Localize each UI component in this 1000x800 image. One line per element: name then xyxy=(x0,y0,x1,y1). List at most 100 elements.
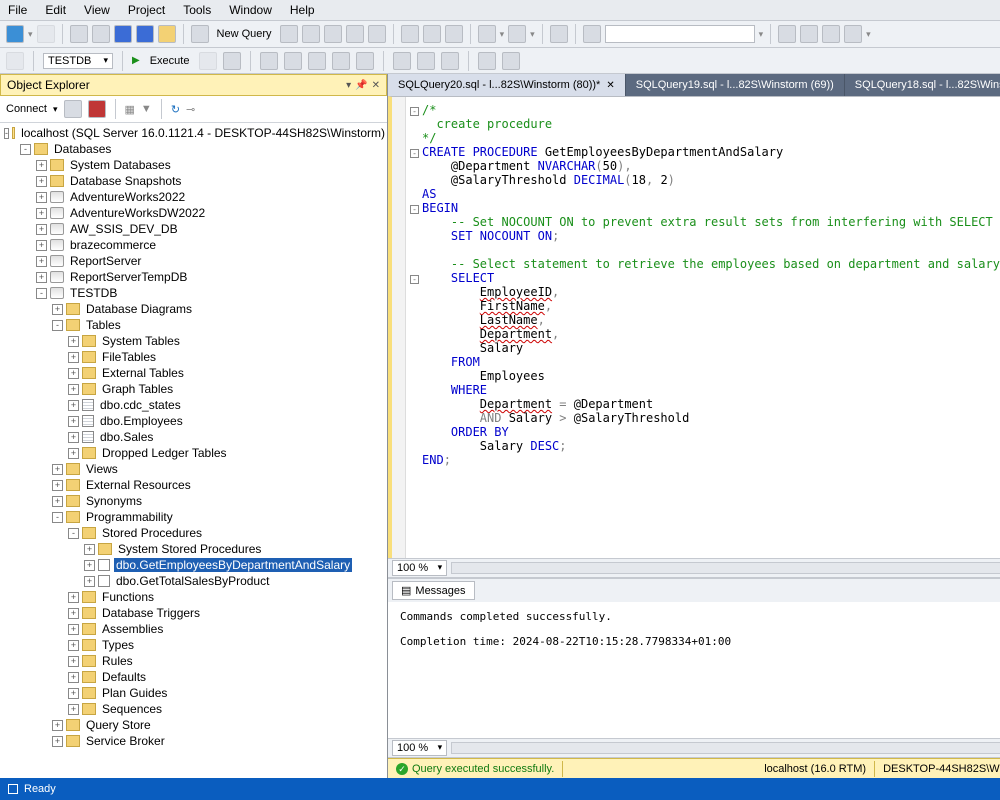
menu-view[interactable]: View xyxy=(84,3,110,17)
tree-item[interactable]: +System Tables xyxy=(4,333,387,349)
expand-icon[interactable]: + xyxy=(36,240,47,251)
collapse-icon[interactable]: - xyxy=(52,512,63,523)
tree-item[interactable]: +Database Snapshots xyxy=(4,173,387,189)
menu-project[interactable]: Project xyxy=(128,3,165,17)
expand-icon[interactable]: + xyxy=(52,304,63,315)
db-node[interactable]: +ReportServer xyxy=(4,253,387,269)
expand-icon[interactable]: + xyxy=(52,720,63,731)
databases-node[interactable]: -Databases xyxy=(4,141,387,157)
tree-item[interactable]: +Database Triggers xyxy=(4,605,387,621)
db-node[interactable]: -TESTDB xyxy=(4,285,387,301)
expand-icon[interactable]: + xyxy=(68,592,79,603)
save-icon[interactable] xyxy=(114,25,132,43)
menu-file[interactable]: File xyxy=(8,3,27,17)
parse2-icon[interactable] xyxy=(223,52,241,70)
expand-icon[interactable]: + xyxy=(68,656,79,667)
stored-procedure[interactable]: +dbo.GetTotalSalesByProduct xyxy=(4,573,387,589)
expand-icon[interactable]: + xyxy=(52,464,63,475)
expand-icon[interactable]: + xyxy=(52,736,63,747)
tree-item[interactable]: +Assemblies xyxy=(4,621,387,637)
tree-item[interactable]: -Stored Procedures xyxy=(4,525,387,541)
tree-item[interactable]: +Views xyxy=(4,461,387,477)
paste-icon[interactable] xyxy=(445,25,463,43)
expand-icon[interactable]: + xyxy=(68,400,79,411)
expand-icon[interactable]: + xyxy=(68,336,79,347)
newquery-icon[interactable] xyxy=(191,25,209,43)
expand-icon[interactable]: + xyxy=(68,416,79,427)
filter-icon[interactable]: ▦ xyxy=(125,103,135,116)
outline-toggle-icon[interactable]: - xyxy=(410,149,419,158)
db-node[interactable]: +AdventureWorks2022 xyxy=(4,189,387,205)
messages-zoom-select[interactable]: 100 % xyxy=(392,740,447,756)
stop-icon[interactable] xyxy=(199,52,217,70)
r7-icon[interactable] xyxy=(478,52,496,70)
tree-item[interactable]: +Defaults xyxy=(4,669,387,685)
q1-icon[interactable] xyxy=(280,25,298,43)
tree-item[interactable]: +Database Diagrams xyxy=(4,301,387,317)
expand-icon[interactable]: + xyxy=(36,160,47,171)
tree-item[interactable]: -Programmability xyxy=(4,509,387,525)
r3-icon[interactable] xyxy=(356,52,374,70)
filter2-icon[interactable]: ▼ xyxy=(141,103,152,115)
conn1-icon[interactable] xyxy=(64,100,82,118)
menu-help[interactable]: Help xyxy=(290,3,315,17)
collapse-icon[interactable]: - xyxy=(4,128,9,139)
pin-icon[interactable]: 📌 xyxy=(355,80,367,91)
ext1-icon[interactable] xyxy=(778,25,796,43)
open2-icon[interactable] xyxy=(92,25,110,43)
grid-icon[interactable] xyxy=(550,25,568,43)
q2-icon[interactable] xyxy=(302,25,320,43)
r4-icon[interactable] xyxy=(393,52,411,70)
expand-icon[interactable]: + xyxy=(36,208,47,219)
tree-item[interactable]: +dbo.cdc_states xyxy=(4,397,387,413)
outline-toggle-icon[interactable]: - xyxy=(410,275,419,284)
tab-query19[interactable]: SQLQuery19.sql - l...82S\Winstorm (69)) xyxy=(626,74,845,96)
expand-icon[interactable]: + xyxy=(36,224,47,235)
expand-icon[interactable]: + xyxy=(52,496,63,507)
tab-query20[interactable]: SQLQuery20.sql - l...82S\Winstorm (80))*… xyxy=(388,74,626,96)
outline-toggle-icon[interactable]: - xyxy=(410,107,419,116)
collapse-icon[interactable]: - xyxy=(36,288,47,299)
connect-button[interactable]: Connect xyxy=(6,103,47,115)
db-node[interactable]: +AW_SSIS_DEV_DB xyxy=(4,221,387,237)
tree-item[interactable]: +System Databases xyxy=(4,157,387,173)
tree-item[interactable]: +Service Broker xyxy=(4,733,387,749)
tree-item[interactable]: +Sequences xyxy=(4,701,387,717)
tree-item[interactable]: +External Tables xyxy=(4,365,387,381)
tree-item[interactable]: +Graph Tables xyxy=(4,381,387,397)
tree-item[interactable]: +Rules xyxy=(4,653,387,669)
expand-icon[interactable]: + xyxy=(68,624,79,635)
tree-item[interactable]: +Types xyxy=(4,637,387,653)
q3-icon[interactable] xyxy=(324,25,342,43)
newquery-button[interactable]: New Query xyxy=(213,28,276,40)
expand-icon[interactable]: + xyxy=(52,480,63,491)
execute-button[interactable]: Execute xyxy=(146,55,194,67)
db-node[interactable]: +brazecommerce xyxy=(4,237,387,253)
open-icon[interactable] xyxy=(70,25,88,43)
undo-icon[interactable] xyxy=(478,25,496,43)
r1-icon[interactable] xyxy=(308,52,326,70)
database-select[interactable]: TESTDB xyxy=(43,53,113,69)
expand-icon[interactable]: + xyxy=(68,384,79,395)
props-icon[interactable] xyxy=(583,25,601,43)
expand-icon[interactable]: + xyxy=(68,704,79,715)
editor-zoom-select[interactable]: 100 % xyxy=(392,560,447,576)
menu-window[interactable]: Window xyxy=(229,3,272,17)
back-icon[interactable] xyxy=(6,25,24,43)
refresh-icon[interactable]: ↻ xyxy=(171,103,180,116)
sql-editor[interactable]: -/* create procedure*/-CREATE PROCEDURE … xyxy=(388,96,1000,558)
server-node[interactable]: -localhost (SQL Server 16.0.1121.4 - DES… xyxy=(4,125,387,141)
r8-icon[interactable] xyxy=(502,52,520,70)
tree-item[interactable]: +Functions xyxy=(4,589,387,605)
q5-icon[interactable] xyxy=(368,25,386,43)
collapse-icon[interactable]: - xyxy=(52,320,63,331)
ext2-icon[interactable] xyxy=(800,25,818,43)
stored-procedure[interactable]: +System Stored Procedures xyxy=(4,541,387,557)
expand-icon[interactable]: + xyxy=(68,432,79,443)
ext4-icon[interactable] xyxy=(844,25,862,43)
tree-item[interactable]: +Query Store xyxy=(4,717,387,733)
expand-icon[interactable]: + xyxy=(84,560,95,571)
tab-query18[interactable]: SQLQuery18.sql - l...82S\Winst xyxy=(845,74,1000,96)
db-node[interactable]: +ReportServerTempDB xyxy=(4,269,387,285)
parse-icon[interactable] xyxy=(6,52,24,70)
